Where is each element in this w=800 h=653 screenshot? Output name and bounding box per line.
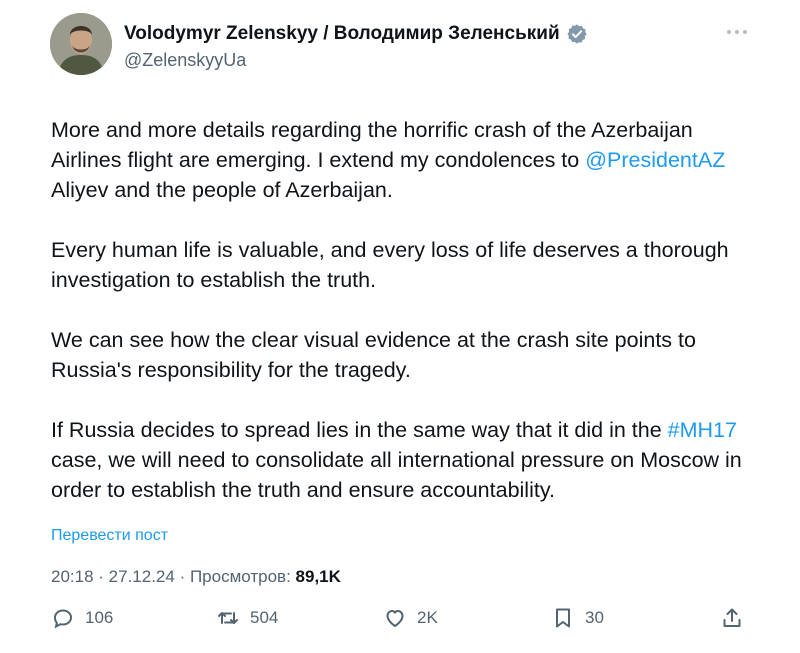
tweet-date[interactable]: 27.12.24: [109, 567, 175, 586]
tweet-paragraph-3: We can see how the clear visual evidence…: [51, 328, 696, 382]
views-label: Просмотров:: [189, 567, 291, 586]
reply-button[interactable]: 106: [51, 606, 113, 630]
tweet-paragraph-4: If Russia decides to spread lies in the …: [51, 415, 766, 505]
bookmark-count: 30: [585, 608, 604, 627]
author-name-row: Volodymyr Zelenskyy / Володимир Зеленськ…: [124, 23, 588, 45]
bookmark-button[interactable]: 30: [551, 606, 604, 630]
views-count: 89,1K: [295, 567, 341, 586]
verified-badge-icon[interactable]: [566, 23, 588, 45]
share-icon: [723, 608, 741, 627]
repost-icon: [218, 612, 238, 624]
avatar-image: [50, 13, 112, 75]
author-display-name[interactable]: Volodymyr Zelenskyy / Володимир Зеленськ…: [124, 23, 560, 45]
reply-count: 106: [85, 608, 114, 627]
share-button[interactable]: [720, 606, 744, 630]
author-avatar[interactable]: [50, 13, 112, 75]
tweet-paragraph-2: Every human life is valuable, and every …: [51, 238, 729, 292]
reply-icon: [53, 609, 73, 629]
heart-icon: [386, 610, 404, 627]
repost-button[interactable]: 504: [216, 606, 278, 630]
hashtag-link[interactable]: #MH17: [668, 418, 737, 442]
tweet-time[interactable]: 20:18: [51, 567, 94, 586]
author-handle[interactable]: @ZelenskyyUa: [124, 50, 246, 71]
meta-separator: ·: [174, 567, 190, 586]
tweet-meta: 20:18 · 27.12.24 · Просмотров: 89,1K: [51, 567, 341, 587]
more-options-icon[interactable]: [727, 25, 753, 39]
mention-link[interactable]: @PresidentAZ: [585, 148, 725, 172]
tweet-text-fragment: case, we will need to consolidate all in…: [51, 448, 742, 502]
tweet-actions-bar: 106 504 2K 30: [51, 606, 751, 636]
bookmark-icon: [556, 608, 570, 628]
like-count: 2K: [417, 608, 438, 627]
tweet-paragraph-1: More and more details regarding the horr…: [51, 115, 766, 205]
tweet-text: More and more details regarding the horr…: [51, 115, 766, 535]
meta-separator: ·: [93, 567, 109, 586]
translate-post-link[interactable]: Перевести пост: [51, 527, 168, 545]
tweet-text-fragment: If Russia decides to spread lies in the …: [51, 418, 668, 442]
like-button[interactable]: 2K: [383, 606, 438, 630]
repost-count: 504: [250, 608, 279, 627]
tweet-text-fragment: Aliyev and the people of Azerbaijan.: [51, 178, 393, 202]
